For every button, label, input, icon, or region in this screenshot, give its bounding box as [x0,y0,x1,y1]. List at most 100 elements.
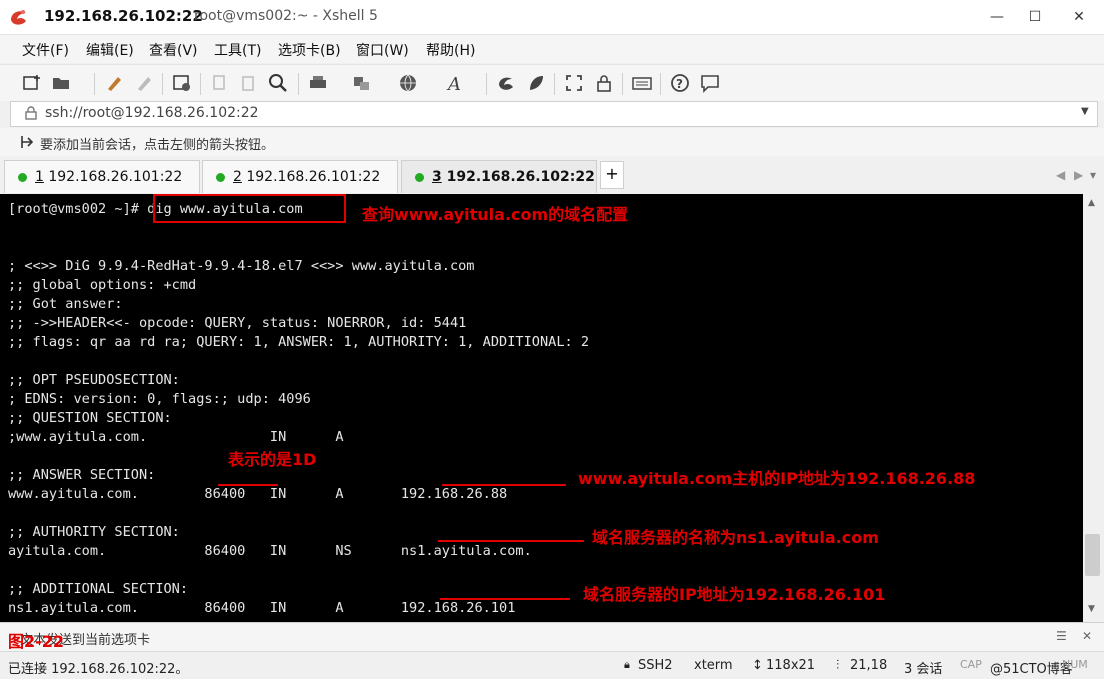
terminal-line: ;; ->>HEADER<<- opcode: QUERY, status: N… [8,315,467,331]
terminal-size: 118x21 [766,658,816,673]
address-bar[interactable]: ssh://root@192.168.26.102:22 ▼ [10,101,1098,127]
menu-bar: 文件(F) 编辑(E) 查看(V) 工具(T) 选项卡(B) 窗口(W) 帮助(… [0,35,1104,63]
menu-tools[interactable]: 工具(T) [214,40,261,60]
terminal-line: ;; ANSWER SECTION: [8,467,156,483]
terminal-line: ; EDNS: version: 0, flags:; udp: 4096 [8,391,311,407]
chat-icon[interactable] [698,71,722,95]
answer-underline [442,484,566,486]
session-count: 3 会话 [904,662,943,677]
cursor-position: 21,18 [850,658,888,673]
tab-number: 2 [233,169,242,185]
keyboard-icon[interactable] [630,71,654,95]
menu-help[interactable]: 帮助(H) [426,40,475,60]
address-url: ssh://root@192.168.26.102:22 [45,105,259,121]
new-session-icon[interactable] [20,71,44,95]
annotation-ns: 域名服务器的名称为ns1.ayitula.com [592,528,879,547]
new-tab-button[interactable]: + [600,161,624,189]
menu-edit[interactable]: 编辑(E) [86,40,134,60]
terminal-line: ;; Got answer: [8,296,123,312]
terminal-line: ;; AUTHORITY SECTION: [8,524,180,540]
help-icon[interactable]: ? [668,71,692,95]
terminal-prompt: [root@vms002 ~]# [8,201,139,217]
xftp-icon[interactable] [494,71,518,95]
ssh-lock-icon: 🔒︎ [624,658,630,671]
terminal-scrollbar[interactable]: ▲ ▼ [1083,194,1104,622]
close-button[interactable]: ✕ [1056,0,1102,34]
menu-window[interactable]: 窗口(W) [356,40,409,60]
tab-list-icon[interactable]: ▾ [1090,168,1096,182]
scroll-up-icon[interactable]: ▲ [1088,198,1095,208]
status-dot-icon [415,173,424,182]
xftp-leaf-icon[interactable] [524,71,548,95]
command-highlight-box [153,194,346,223]
ttl-underline [218,484,278,486]
globe-icon[interactable] [396,71,420,95]
open-folder-icon[interactable] [50,71,74,95]
terminal-line: ;; QUESTION SECTION: [8,410,172,426]
tab-number: 1 [35,169,44,185]
menu-view[interactable]: 查看(V) [149,40,198,60]
status-dot-icon [18,173,27,182]
maximize-button[interactable]: ☐ [1012,0,1058,34]
protocol: SSH2 [638,658,673,673]
tab-number: 3 [432,169,442,185]
compose-bar[interactable]: 文本发送到当前选项卡 图2-22 ☰ ✕ [0,622,1104,651]
terminal-line: ;; ADDITIONAL SECTION: [8,581,189,597]
add-session-arrow-icon[interactable] [20,135,34,149]
find-icon[interactable] [266,71,290,95]
connection-status: 已连接 192.168.26.102:22。 [8,662,189,677]
terminal-line: ;; OPT PSEUDOSECTION: [8,372,180,388]
transfer-icon[interactable] [350,71,374,95]
annotation-answer: www.ayitula.com主机的IP地址为192.168.26.88 [578,469,976,488]
status-dot-icon [216,173,225,182]
ns-ip-underline [440,598,570,600]
compose-options-icon[interactable]: ☰ [1056,629,1067,643]
annotation-ttl: 表示的是1D [228,450,317,469]
terminal[interactable]: [root@vms002 ~]# dig www.ayitula.com ; <… [0,194,1083,622]
menu-tabs[interactable]: 选项卡(B) [278,40,341,60]
caps-indicator: CAP [960,658,982,671]
print-icon[interactable] [306,71,330,95]
address-dropdown-icon[interactable]: ▼ [1081,106,1089,117]
copy-icon[interactable] [208,71,232,95]
window-host: 192.168.26.102:22 [44,7,203,25]
terminal-line: ; <<>> DiG 9.9.4-RedHat-9.9.4-18.el7 <<>… [8,258,475,274]
toolbar: A ? [0,64,1104,101]
title-bar: 192.168.26.102:22 root@vms002:~ - Xshell… [0,0,1104,35]
paste-icon[interactable] [236,71,260,95]
reconnect-icon[interactable] [102,71,126,95]
terminal-output: [root@vms002 ~]# dig www.ayitula.com ; <… [8,200,589,618]
ns-underline [438,540,584,542]
menu-file[interactable]: 文件(F) [22,40,69,60]
lock-icon[interactable] [592,71,616,95]
tab-label: 192.168.26.102:22 [441,169,595,185]
tab-session-2[interactable]: 2 192.168.26.101:22 [202,160,398,193]
fullscreen-icon[interactable] [562,71,586,95]
tab-scroll-left-icon[interactable]: ◀ [1056,168,1065,182]
terminal-line: www.ayitula.com. 86400 IN A 192.168.26.8… [8,486,508,502]
compose-close-icon[interactable]: ✕ [1082,629,1092,643]
tab-scroll-right-icon[interactable]: ▶ [1074,168,1083,182]
scroll-down-icon[interactable]: ▼ [1088,604,1095,614]
terminal-line: ns1.ayitula.com. 86400 IN A 192.168.26.1… [8,600,516,616]
tab-label: 192.168.26.101:22 [241,169,381,185]
scrollbar-thumb[interactable] [1085,534,1100,576]
tab-session-3[interactable]: 3 192.168.26.102:22 [401,160,597,193]
address-lock-icon [25,106,37,120]
hint-bar: 要添加当前会话，点击左侧的箭头按钮。 [0,128,1104,156]
properties-icon[interactable] [170,71,194,95]
watermark: @51CTO博客 [990,662,1073,677]
terminal-line: ;; global options: +cmd [8,277,197,293]
annotation-ns-ip: 域名服务器的IP地址为192.168.26.101 [583,585,886,604]
status-bar: 已连接 192.168.26.102:22。 🔒︎ SSH2 xterm ↕ 1… [0,651,1104,679]
terminal-line: ;; flags: qr aa rd ra; QUERY: 1, ANSWER:… [8,334,590,350]
terminal-line: ;www.ayitula.com. IN A [8,429,344,445]
window-subtitle: root@vms002:~ - Xshell 5 [194,8,378,24]
font-icon[interactable]: A [444,71,468,95]
tab-label: 192.168.26.101:22 [43,169,183,185]
disconnect-icon[interactable] [132,71,156,95]
cursor-icon: ⫶ [836,658,840,673]
tab-session-1[interactable]: 1 192.168.26.101:22 [4,160,200,193]
resize-icon: ↕ [752,658,763,673]
num-indicator: NUM [1062,658,1088,671]
